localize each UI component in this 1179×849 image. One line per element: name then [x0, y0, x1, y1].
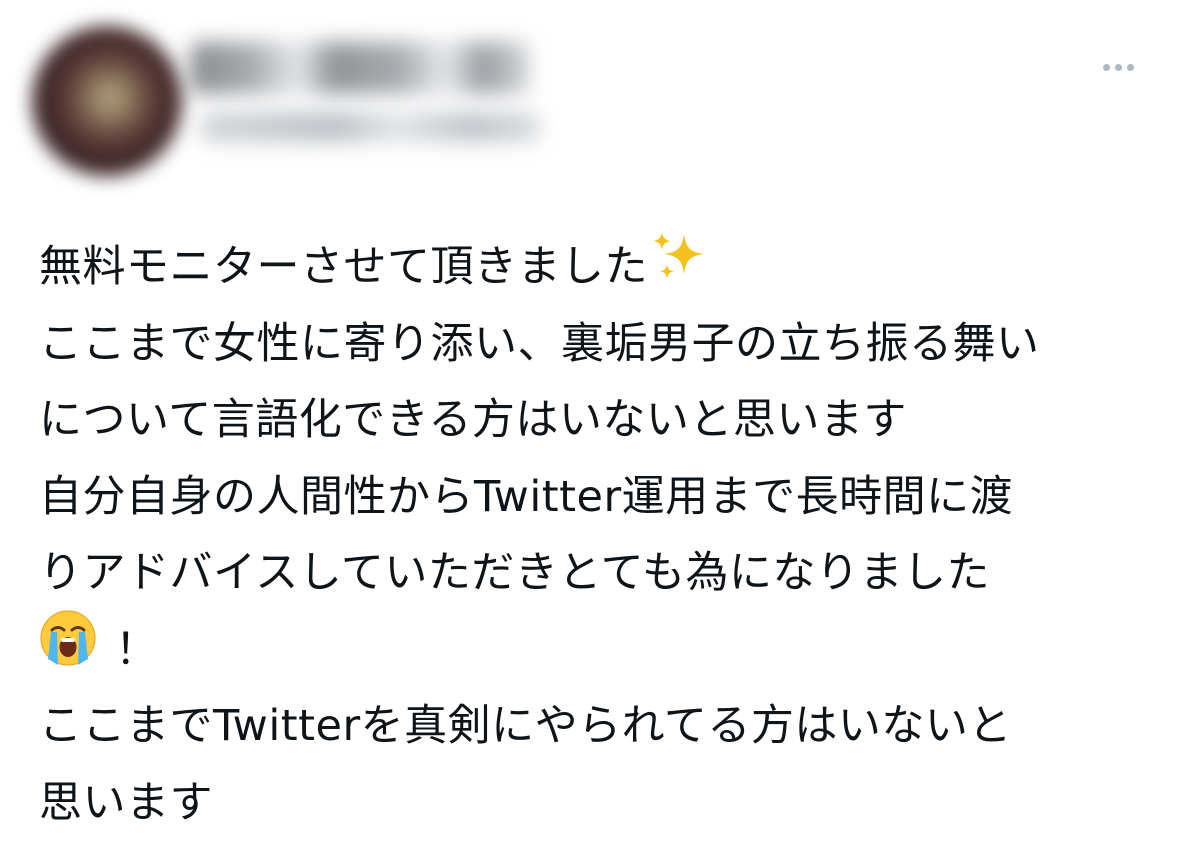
display-name-blurred[interactable] — [190, 42, 530, 94]
tweet-text: 無料モニターさせて頂きました ここまで女性に寄り添い、裏垢男子の立ち振る舞い に… — [39, 229, 1159, 841]
tweet-line-text: 自分自身の人間性からTwitter運用まで長時間に渡 — [39, 471, 1014, 522]
tweet-line-text: 思います — [39, 777, 213, 828]
tweet-line: 無料モニターさせて頂きました — [39, 229, 1159, 306]
tweet-line-text: りアドバイスしていただきとても為になりました — [39, 548, 990, 598]
more-options-button[interactable] — [1094, 52, 1142, 82]
loudly-crying-face-icon — [39, 609, 115, 692]
sparkles-icon — [648, 226, 708, 309]
avatar[interactable] — [32, 26, 182, 176]
tweet-line: ここまで女性に寄り添い、裏垢男子の立ち振る舞い — [39, 306, 1159, 383]
tweet-line: りアドバイスしていただきとても為になりました — [39, 535, 1159, 612]
tweet-line: ！ — [39, 609, 1159, 692]
tweet-card: 無料モニターさせて頂きました ここまで女性に寄り添い、裏垢男子の立ち振る舞い に… — [0, 0, 1179, 849]
tweet-line-text: ここまで女性に寄り添い、裏垢男子の立ち振る舞い — [39, 318, 1040, 369]
tweet-line-text: について言語化できる方はいないと思います — [39, 395, 907, 445]
more-dots-icon — [1114, 63, 1122, 71]
tweet-line-text: 無料モニターさせて頂きました — [39, 242, 648, 292]
more-dots-icon — [1126, 63, 1134, 71]
tweet-line: について言語化できる方はいないと思います — [39, 382, 1159, 459]
more-dots-icon — [1102, 63, 1110, 71]
handle-blurred — [200, 112, 540, 142]
tweet-line-text: ！ — [115, 624, 159, 675]
tweet-line: 自分自身の人間性からTwitter運用まで長時間に渡 — [39, 459, 1159, 536]
tweet-line: ここまでTwitterを真剣にやられてる方はいないと — [39, 688, 1159, 765]
tweet-line: 思います — [39, 765, 1159, 842]
tweet-line-text: ここまでTwitterを真剣にやられてる方はいないと — [39, 701, 1012, 751]
